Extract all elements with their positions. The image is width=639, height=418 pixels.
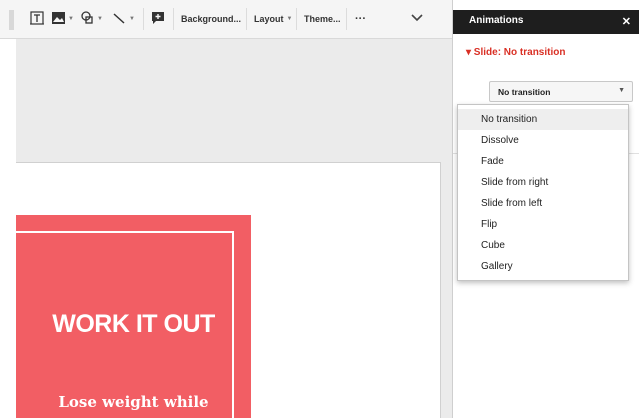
option-fade[interactable]: Fade (458, 151, 628, 172)
chevron-down-icon: ▼ (68, 16, 74, 22)
theme-label: Theme... (304, 14, 341, 24)
option-gallery[interactable]: Gallery (458, 256, 628, 277)
shape-icon (80, 11, 94, 27)
slide-subtitle[interactable]: Lose weight while (16, 393, 251, 411)
layout-button[interactable]: Layout ▼ (254, 9, 292, 29)
theme-button[interactable]: Theme... (304, 9, 341, 29)
more-label: ··· (355, 13, 366, 25)
slide-title[interactable]: WORK IT OUT (16, 310, 251, 339)
add-comment-icon (151, 11, 165, 27)
slides-editor: ▼ ▼ ▼ Background... Layout ▼ Theme... ··… (0, 0, 639, 418)
more-button[interactable]: ··· (355, 9, 366, 29)
option-cube[interactable]: Cube (458, 235, 628, 256)
panel-header: Animations ✕ (453, 10, 639, 34)
text-box-button[interactable] (30, 9, 44, 29)
line-button[interactable]: ▼ (112, 9, 135, 29)
toolbar-divider (143, 8, 144, 30)
option-no-transition[interactable]: No transition (458, 109, 628, 130)
toolbar-divider (246, 8, 247, 30)
transition-select-value: No transition (498, 87, 551, 97)
shape-button[interactable]: ▼ (80, 9, 103, 29)
toolbar-grip (9, 10, 14, 30)
layout-label: Layout (254, 14, 284, 24)
option-flip[interactable]: Flip (458, 214, 628, 235)
panel-title: Animations (469, 15, 524, 26)
toolbar-divider (173, 8, 174, 30)
background-button[interactable]: Background... (181, 9, 241, 29)
toolbar-divider (346, 8, 347, 30)
slide-transition-heading[interactable]: ▾ Slide: No transition (466, 47, 565, 58)
chevron-down-icon (411, 14, 423, 24)
toolbar: ▼ ▼ ▼ Background... Layout ▼ Theme... ··… (0, 0, 452, 39)
add-comment-button[interactable] (151, 9, 165, 29)
image-icon (52, 12, 65, 26)
text-box-icon (30, 11, 44, 27)
line-icon (112, 11, 126, 27)
collapse-toolbar-button[interactable] (411, 9, 423, 29)
close-icon[interactable]: ✕ (622, 15, 631, 28)
chevron-down-icon: ▼ (618, 87, 625, 94)
chevron-down-icon: ▼ (286, 16, 293, 22)
option-slide-from-right[interactable]: Slide from right (458, 172, 628, 193)
background-label: Background... (181, 14, 242, 24)
chevron-down-icon: ▼ (129, 16, 135, 22)
chevron-down-icon: ▼ (97, 16, 103, 22)
option-slide-from-left[interactable]: Slide from left (458, 193, 628, 214)
transition-select[interactable]: No transition ▼ (489, 81, 633, 102)
toolbar-divider (296, 8, 297, 30)
insert-image-button[interactable]: ▼ (52, 9, 74, 29)
option-dissolve[interactable]: Dissolve (458, 130, 628, 151)
transition-dropdown: No transition Dissolve Fade Slide from r… (457, 104, 629, 281)
